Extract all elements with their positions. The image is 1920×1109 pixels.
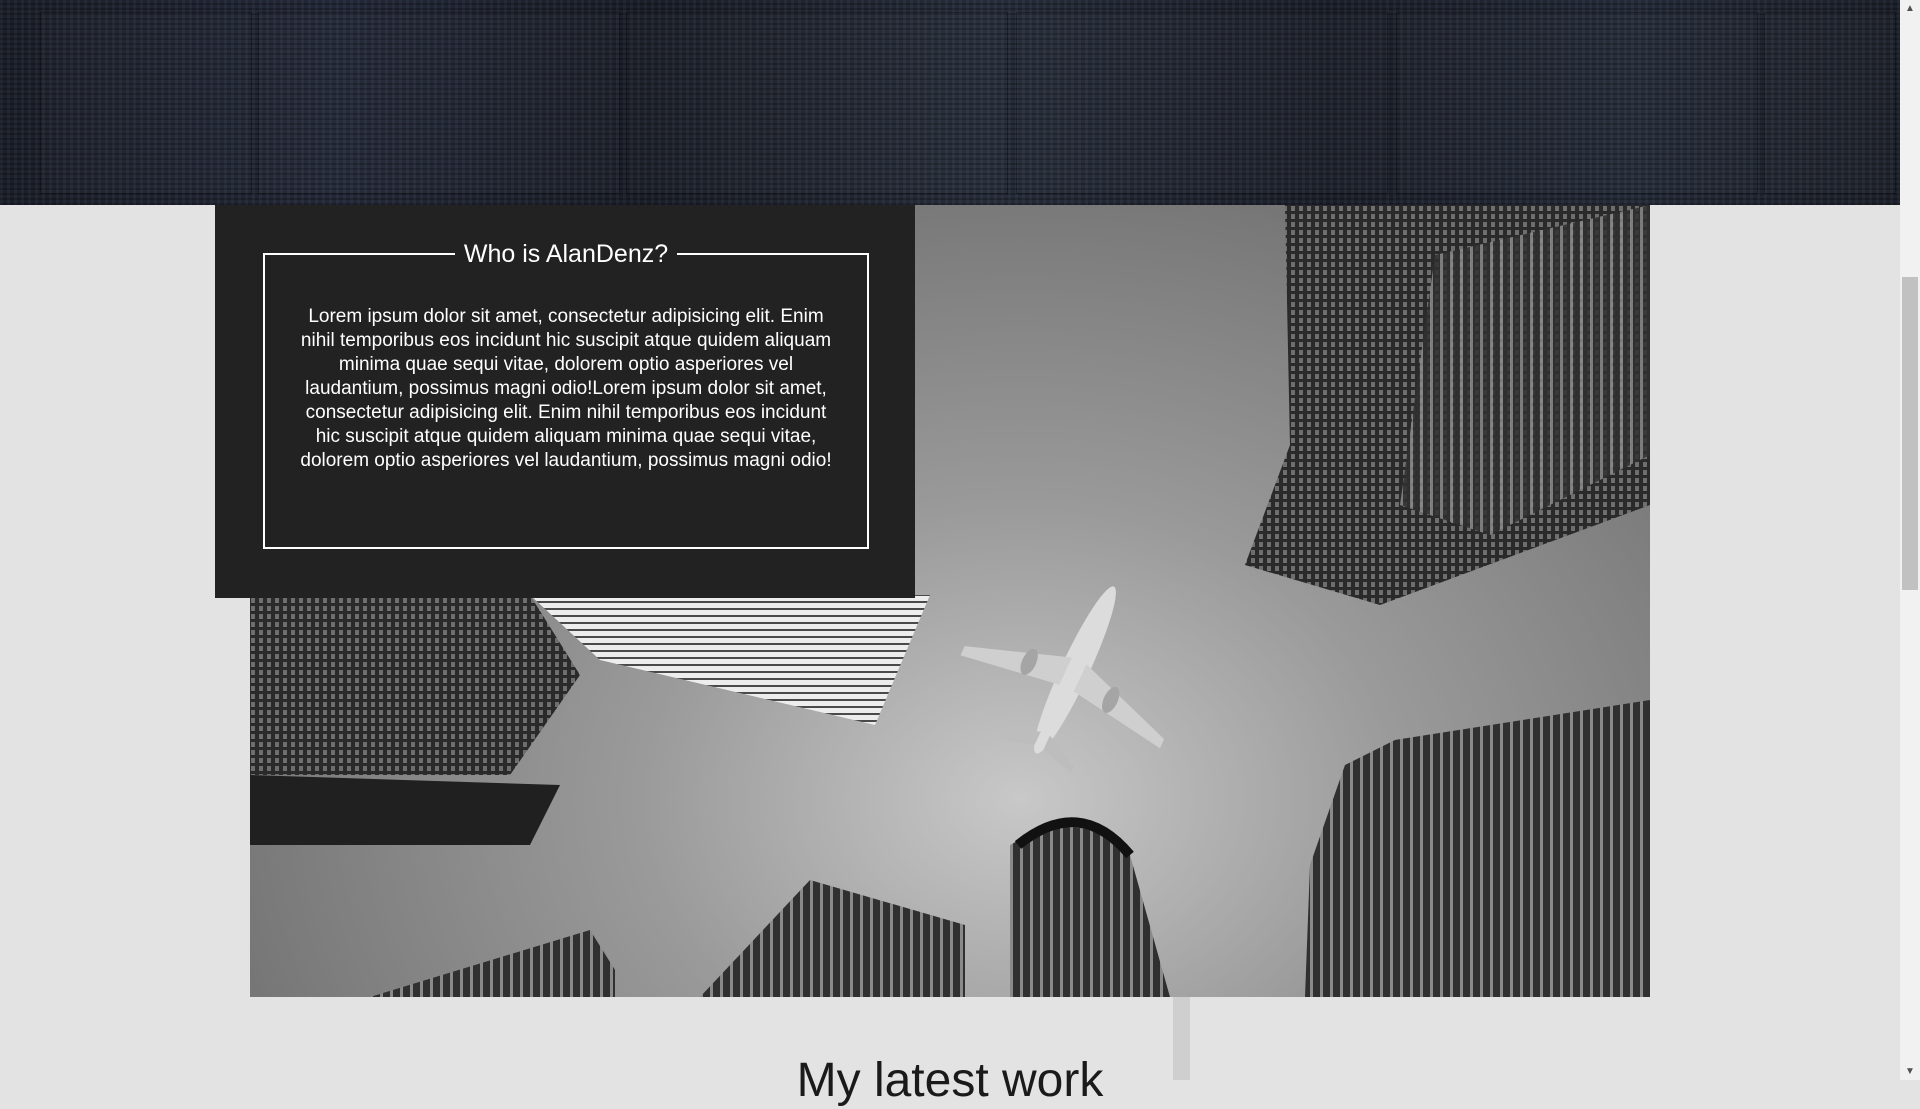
page-scrollbar[interactable]: ▲ ▼ — [1900, 0, 1920, 1080]
about-frame: Who is AlanDenz? Lorem ipsum dolor sit a… — [263, 237, 869, 549]
scrollbar-thumb[interactable] — [1902, 277, 1918, 590]
hero-texture-block — [1396, 12, 1758, 194]
hero-texture-background — [0, 0, 1900, 205]
hero-texture-block — [1016, 12, 1388, 194]
scroll-up-arrow-icon[interactable]: ▲ — [1900, 0, 1920, 17]
latest-work-heading: My latest work — [796, 1054, 1104, 1107]
about-title: Who is AlanDenz? — [454, 237, 678, 271]
hero-texture-block — [626, 12, 1008, 194]
about-description: Lorem ipsum dolor sit amet, consectetur … — [300, 306, 832, 471]
hero-texture-block — [258, 12, 620, 194]
scroll-down-arrow-icon[interactable]: ▼ — [1900, 1063, 1920, 1080]
hero-texture-block — [40, 12, 252, 194]
about-panel: Who is AlanDenz? Lorem ipsum dolor sit a… — [215, 205, 915, 598]
hero-texture-block — [1764, 12, 1896, 194]
about-title-wrapper: Who is AlanDenz? — [265, 237, 867, 271]
